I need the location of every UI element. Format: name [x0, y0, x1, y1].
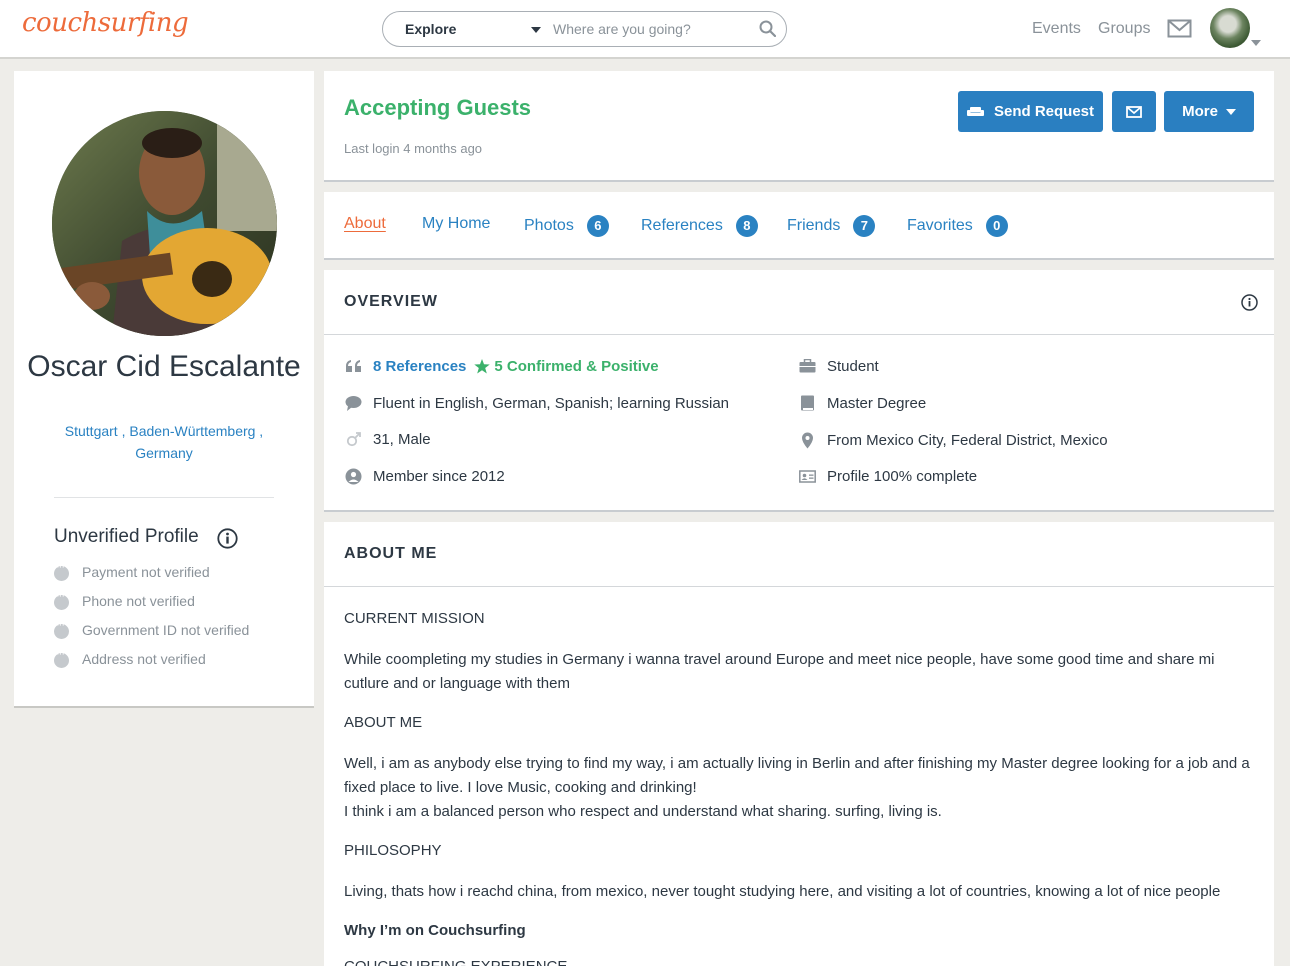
- star-icon: [474, 358, 491, 373]
- couch-icon: [966, 106, 984, 116]
- about-me-heading: ABOUT ME: [344, 714, 423, 731]
- current-mission-text: While coompleting my studies in Germany …: [344, 651, 1215, 692]
- confirmed-references: 5 Confirmed & Positive: [494, 357, 659, 375]
- mail-icon: [1126, 105, 1142, 118]
- tab-references[interactable]: References 8: [641, 215, 758, 237]
- last-login: Last login 4 months ago: [344, 141, 483, 156]
- hosting-status-panel: Accepting Guests Last login 4 months ago…: [324, 71, 1274, 182]
- about-me-text-2: I think i am a balanced person who respe…: [344, 803, 942, 820]
- top-header: couchsurfing Explore Events Groups: [0, 0, 1290, 59]
- nav-events-link[interactable]: Events: [1032, 20, 1081, 38]
- book-icon: [798, 394, 816, 412]
- tab-friends[interactable]: Friends 7: [787, 215, 876, 237]
- count-badge: 7: [853, 215, 876, 237]
- divider: [324, 586, 1274, 587]
- about-me-panel: ABOUT ME CURRENT MISSION While coompleti…: [324, 522, 1274, 966]
- search-input[interactable]: [553, 18, 748, 40]
- pending-icon: [54, 590, 69, 610]
- verification-list: Payment not verified Phone not verified …: [54, 561, 249, 680]
- count-badge: 0: [985, 215, 1008, 237]
- gender-icon: [344, 430, 362, 448]
- profile-location-link[interactable]: Stuttgart , Baden-Württemberg , Germany: [44, 420, 284, 464]
- count-badge: 6: [586, 215, 609, 237]
- map-pin-icon: [798, 431, 816, 449]
- unverified-profile-title: Unverified Profile: [54, 526, 199, 547]
- mail-icon[interactable]: [1167, 19, 1192, 38]
- search-icon[interactable]: [759, 20, 776, 37]
- education: Master Degree: [798, 394, 926, 412]
- chevron-down-icon[interactable]: [531, 27, 541, 33]
- current-mission-heading: CURRENT MISSION: [344, 610, 485, 627]
- verification-government-id: Government ID not verified: [54, 619, 249, 651]
- pending-icon: [54, 561, 69, 581]
- quote-icon: [344, 357, 362, 375]
- verification-address: Address not verified: [54, 648, 249, 680]
- why-couchsurfing-heading: Why I’m on Couchsurfing: [344, 922, 526, 939]
- hosting-status: Accepting Guests: [344, 95, 532, 120]
- chevron-down-icon[interactable]: [1251, 40, 1261, 46]
- tab-about[interactable]: About: [344, 215, 386, 233]
- pending-icon: [54, 619, 69, 639]
- speech-bubble-icon: [344, 394, 362, 412]
- count-badge: 8: [735, 215, 758, 237]
- overview-title: OVERVIEW: [344, 293, 438, 310]
- tab-photos[interactable]: Photos 6: [524, 215, 609, 237]
- id-card-icon: [798, 467, 816, 485]
- briefcase-icon: [798, 357, 816, 375]
- verification-phone: Phone not verified: [54, 590, 249, 622]
- about-me-text: Well, i am as anybody else trying to fin…: [344, 755, 1250, 796]
- info-icon[interactable]: [217, 528, 238, 549]
- pending-icon: [54, 648, 69, 668]
- philosophy-text: Living, thats how i reachd china, from m…: [344, 883, 1221, 900]
- chevron-down-icon: [1225, 108, 1236, 115]
- search-bar: Explore: [382, 11, 787, 47]
- couchsurfing-experience-heading: COUCHSURFING EXPERIENCE: [344, 958, 567, 966]
- profile-name: Oscar Cid Escalante: [27, 350, 301, 383]
- languages: Fluent in English, German, Spanish; lear…: [344, 394, 729, 412]
- references-summary: 8 References 5 Confirmed & Positive: [344, 357, 659, 375]
- verification-payment: Payment not verified: [54, 561, 249, 593]
- divider: [54, 497, 274, 498]
- user-avatar[interactable]: [1210, 8, 1250, 48]
- profile-photo: [52, 111, 277, 336]
- nav-groups-link[interactable]: Groups: [1098, 20, 1150, 38]
- profile-completeness: Profile 100% complete: [798, 467, 977, 485]
- hometown: From Mexico City, Federal District, Mexi…: [798, 431, 1108, 449]
- more-button[interactable]: More: [1164, 91, 1254, 132]
- occupation: Student: [798, 357, 879, 375]
- references-link[interactable]: 8 References: [373, 358, 466, 375]
- philosophy-heading: PHILOSOPHY: [344, 842, 442, 859]
- tab-my-home[interactable]: My Home: [422, 215, 490, 233]
- profile-tabs: About My Home Photos 6 References 8 Friend…: [324, 192, 1274, 260]
- member-since: Member since 2012: [344, 467, 505, 485]
- age-gender: 31, Male: [344, 430, 431, 448]
- search-mode-select[interactable]: Explore: [405, 21, 456, 37]
- info-icon[interactable]: [1241, 294, 1258, 311]
- message-button[interactable]: [1112, 91, 1156, 132]
- send-request-button[interactable]: Send Request: [958, 91, 1103, 132]
- tab-favorites[interactable]: Favorites 0: [907, 215, 1008, 237]
- about-me-title: ABOUT ME: [344, 545, 438, 562]
- overview-panel: OVERVIEW 8 References 5 Confirmed & Posi…: [324, 270, 1274, 512]
- divider: [324, 334, 1274, 335]
- profile-sidebar: Oscar Cid Escalante Stuttgart , Baden-Wü…: [14, 71, 314, 708]
- member-icon: [344, 467, 362, 485]
- couchsurfing-logo[interactable]: couchsurfing: [22, 8, 189, 38]
